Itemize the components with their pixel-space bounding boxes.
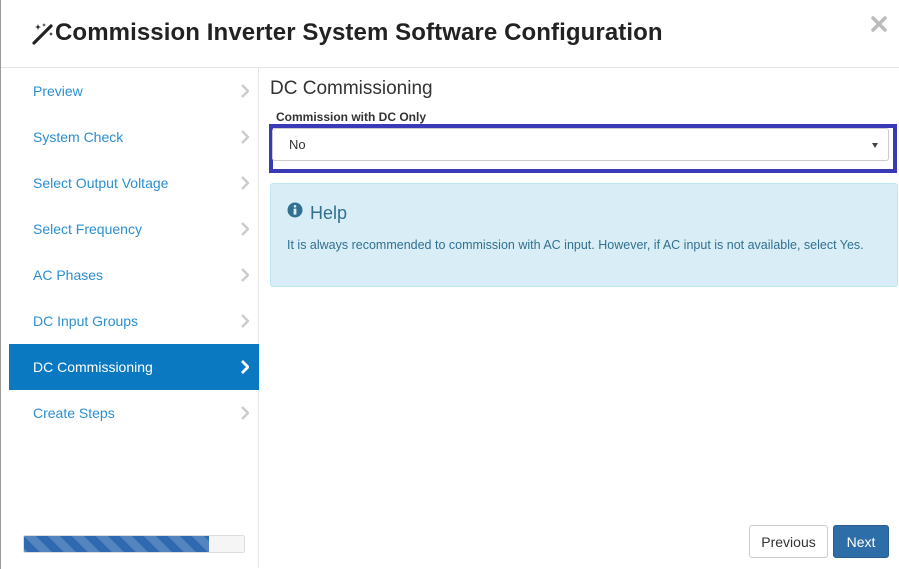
chevron-right-icon xyxy=(241,130,249,144)
caret-down-icon xyxy=(872,143,878,148)
sidebar-item-label: Preview xyxy=(33,83,83,99)
chevron-right-icon xyxy=(241,176,249,190)
select-value: No xyxy=(289,137,306,152)
commission-modal: Commission Inverter System Software Conf… xyxy=(0,0,899,569)
sidebar-item-system-check[interactable]: System Check xyxy=(9,114,259,160)
info-circle-icon xyxy=(287,202,303,218)
main-content: DC Commissioning Commission with DC Only… xyxy=(259,68,899,568)
sidebar-item-label: Create Steps xyxy=(33,405,115,421)
sidebar-item-ac-phases[interactable]: AC Phases xyxy=(9,252,259,298)
commission-dc-only-select[interactable]: No xyxy=(272,128,889,161)
magic-wand-icon xyxy=(32,23,53,45)
chevron-right-icon xyxy=(241,84,249,98)
sidebar-item-label: AC Phases xyxy=(33,267,104,283)
commission-dc-only-label: Commission with DC Only xyxy=(276,110,427,124)
chevron-right-icon xyxy=(241,360,249,374)
help-text: It is always recommended to commission w… xyxy=(287,238,864,252)
chevron-right-icon xyxy=(241,314,249,328)
wizard-progress-bar xyxy=(23,535,245,553)
sidebar-item-create-steps[interactable]: Create Steps xyxy=(9,390,259,436)
sidebar-item-preview[interactable]: Preview xyxy=(9,68,259,114)
sidebar-item-select-frequency[interactable]: Select Frequency xyxy=(9,206,259,252)
sidebar-item-label: Select Frequency xyxy=(33,221,142,237)
progress-bar-fill xyxy=(24,536,209,552)
chevron-right-icon xyxy=(241,222,249,236)
close-icon[interactable] xyxy=(868,13,890,35)
modal-title: Commission Inverter System Software Conf… xyxy=(55,19,663,46)
help-panel: Help It is always recommended to commiss… xyxy=(270,183,898,287)
sidebar-item-dc-input-groups[interactable]: DC Input Groups xyxy=(9,298,259,344)
chevron-right-icon xyxy=(241,268,249,282)
sidebar-item-dc-commissioning[interactable]: DC Commissioning xyxy=(9,344,259,390)
page-title: DC Commissioning xyxy=(270,78,433,99)
help-title: Help xyxy=(310,203,348,223)
sidebar-item-select-output-voltage[interactable]: Select Output Voltage xyxy=(9,160,259,206)
sidebar-item-label: Select Output Voltage xyxy=(33,175,169,191)
sidebar-item-label: DC Commissioning xyxy=(33,359,153,375)
modal-header: Commission Inverter System Software Conf… xyxy=(1,0,899,68)
wizard-steps-sidebar: Preview System Check Select Output Volta… xyxy=(9,68,259,568)
sidebar-item-label: DC Input Groups xyxy=(33,313,139,329)
sidebar-item-label: System Check xyxy=(33,129,124,145)
previous-button[interactable]: Previous xyxy=(749,525,828,558)
chevron-right-icon xyxy=(241,406,249,420)
next-button[interactable]: Next xyxy=(833,525,889,558)
